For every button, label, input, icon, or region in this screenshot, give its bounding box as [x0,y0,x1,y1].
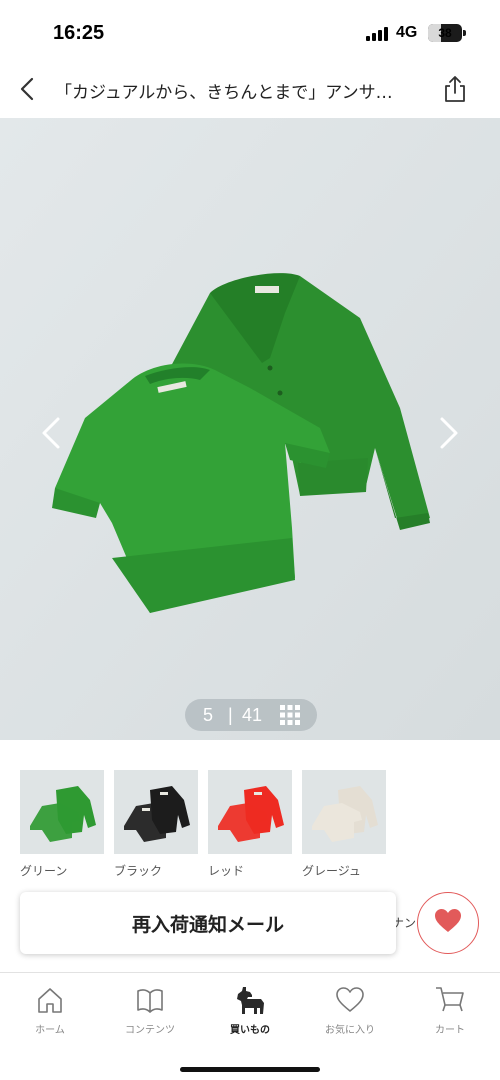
book-icon [137,989,163,1013]
total-image-count: 41 [242,705,263,725]
signal-icon [366,27,390,41]
swatch-greige[interactable]: グレージュ [302,770,386,879]
swatch-thumbnail [208,770,292,854]
tab-label: コンテンツ [125,1025,175,1036]
swatch-label: グリーン [20,864,68,878]
next-image-button[interactable] [434,413,464,453]
swatch-red[interactable]: レッド [208,770,292,879]
tab-shopping[interactable]: 買いもの [200,985,300,1045]
swatch-label: ブラック [114,864,163,878]
previous-image-button[interactable] [36,413,66,453]
tab-label: ホーム [35,1025,65,1036]
current-image-number: 5 [203,705,214,725]
product-image-gallery[interactable]: 5 | 41 [0,118,500,740]
swatch-green[interactable]: グリーン [20,770,104,879]
tab-contents[interactable]: コンテンツ [100,985,200,1045]
home-icon [38,988,62,1013]
swatch-thumbnail [114,770,198,854]
share-icon[interactable] [440,74,470,104]
bottom-tab-bar: ホーム コンテンツ 買いもの お気に入り カート [0,972,500,1080]
tab-favorites[interactable]: お気に入り [300,985,400,1045]
product-photo [0,118,500,740]
image-counter: 5 | 41 [185,699,317,731]
chevron-left-icon[interactable] [14,75,42,103]
tab-home[interactable]: ホーム [0,985,100,1045]
status-bar: 16:25 4G 38 [0,0,500,62]
restock-notify-button[interactable]: 再入荷通知メール [20,892,396,954]
tab-cart[interactable]: カート [400,985,500,1045]
counter-separator: | [228,705,233,725]
swatch-thumbnail [20,770,104,854]
swatch-label: グレージュ [302,864,361,878]
swatch-thumbnail [302,770,386,854]
home-indicator [180,1067,320,1072]
tab-label: お気に入り [325,1025,375,1036]
swatch-label: レッド [208,864,245,878]
battery-icon: 38 [428,24,462,42]
tab-label: カート [435,1025,465,1036]
header: 「カジュアルから、きちんとまで」アンサ… [0,62,500,118]
page-title: 「カジュアルから、きちんとまで」アンサ… [55,83,393,103]
battery-label: 38 [438,26,452,40]
horse-icon [237,987,264,1014]
heart-icon [434,908,462,938]
grid-icon[interactable] [280,705,300,725]
status-time: 16:25 [53,22,105,44]
favorite-button[interactable] [417,892,479,954]
network-label: 4G [396,24,418,41]
swatch-black[interactable]: ブラック [114,770,198,879]
cart-icon [436,987,464,1012]
color-swatch-list: グリーン ブラック レッド グレージュ [20,770,480,880]
battery-tip [463,30,466,36]
heart-outline-icon [336,987,364,1012]
tab-label: 買いもの [230,1025,270,1036]
